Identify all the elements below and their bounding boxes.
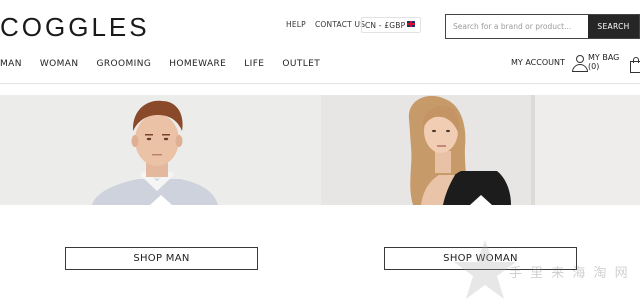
my-account-link[interactable]: MY ACCOUNT bbox=[511, 55, 588, 73]
nav-item-homeware[interactable]: HOMEWARE bbox=[169, 59, 226, 73]
watermark: 手 里 来 海 淘 网 bbox=[450, 238, 640, 303]
search-input[interactable] bbox=[446, 15, 588, 38]
man-panel-notch bbox=[150, 195, 172, 205]
man-model-image bbox=[92, 100, 218, 205]
nav-item-woman[interactable]: WOMAN bbox=[40, 59, 79, 73]
my-account-label: MY ACCOUNT bbox=[511, 57, 565, 67]
help-link[interactable]: HELP bbox=[286, 20, 306, 34]
currency-label: CN - £GBP bbox=[365, 21, 406, 30]
hero-man-panel[interactable] bbox=[0, 95, 321, 205]
site-logo[interactable]: COGGLES bbox=[0, 12, 150, 43]
nav-item-life[interactable]: LIFE bbox=[244, 59, 264, 73]
shop-man-button[interactable]: SHOP MAN bbox=[65, 247, 258, 270]
hero-woman-panel[interactable] bbox=[321, 95, 640, 205]
nav-item-man[interactable]: MAN bbox=[0, 59, 22, 73]
flag-icon bbox=[407, 21, 416, 27]
background-seam bbox=[531, 95, 535, 205]
woman-panel-notch bbox=[470, 195, 492, 205]
hero-banner bbox=[0, 95, 640, 205]
contact-us-link[interactable]: CONTACT US bbox=[315, 20, 365, 34]
woman-model-image bbox=[408, 95, 511, 205]
user-icon bbox=[571, 55, 588, 73]
bag-icon bbox=[630, 57, 640, 73]
nav-item-outlet[interactable]: OUTLET bbox=[282, 59, 320, 73]
background-wall bbox=[533, 95, 640, 205]
nav-item-grooming[interactable]: GROOMING bbox=[97, 59, 152, 73]
my-bag-link[interactable]: MY BAG (0) bbox=[588, 53, 640, 73]
site-header: COGGLES HELP CONTACT US CN - £GBP SEARCH… bbox=[0, 0, 640, 84]
my-bag-label: MY BAG (0) bbox=[588, 53, 620, 71]
watermark-text: 手 里 来 海 淘 网 bbox=[509, 266, 630, 281]
search-button[interactable]: SEARCH bbox=[588, 15, 639, 38]
currency-selector[interactable]: CN - £GBP bbox=[361, 17, 422, 33]
search-bar: SEARCH bbox=[445, 14, 640, 39]
main-nav: MAN WOMAN GROOMING HOMEWARE LIFE OUTLET bbox=[0, 59, 338, 73]
